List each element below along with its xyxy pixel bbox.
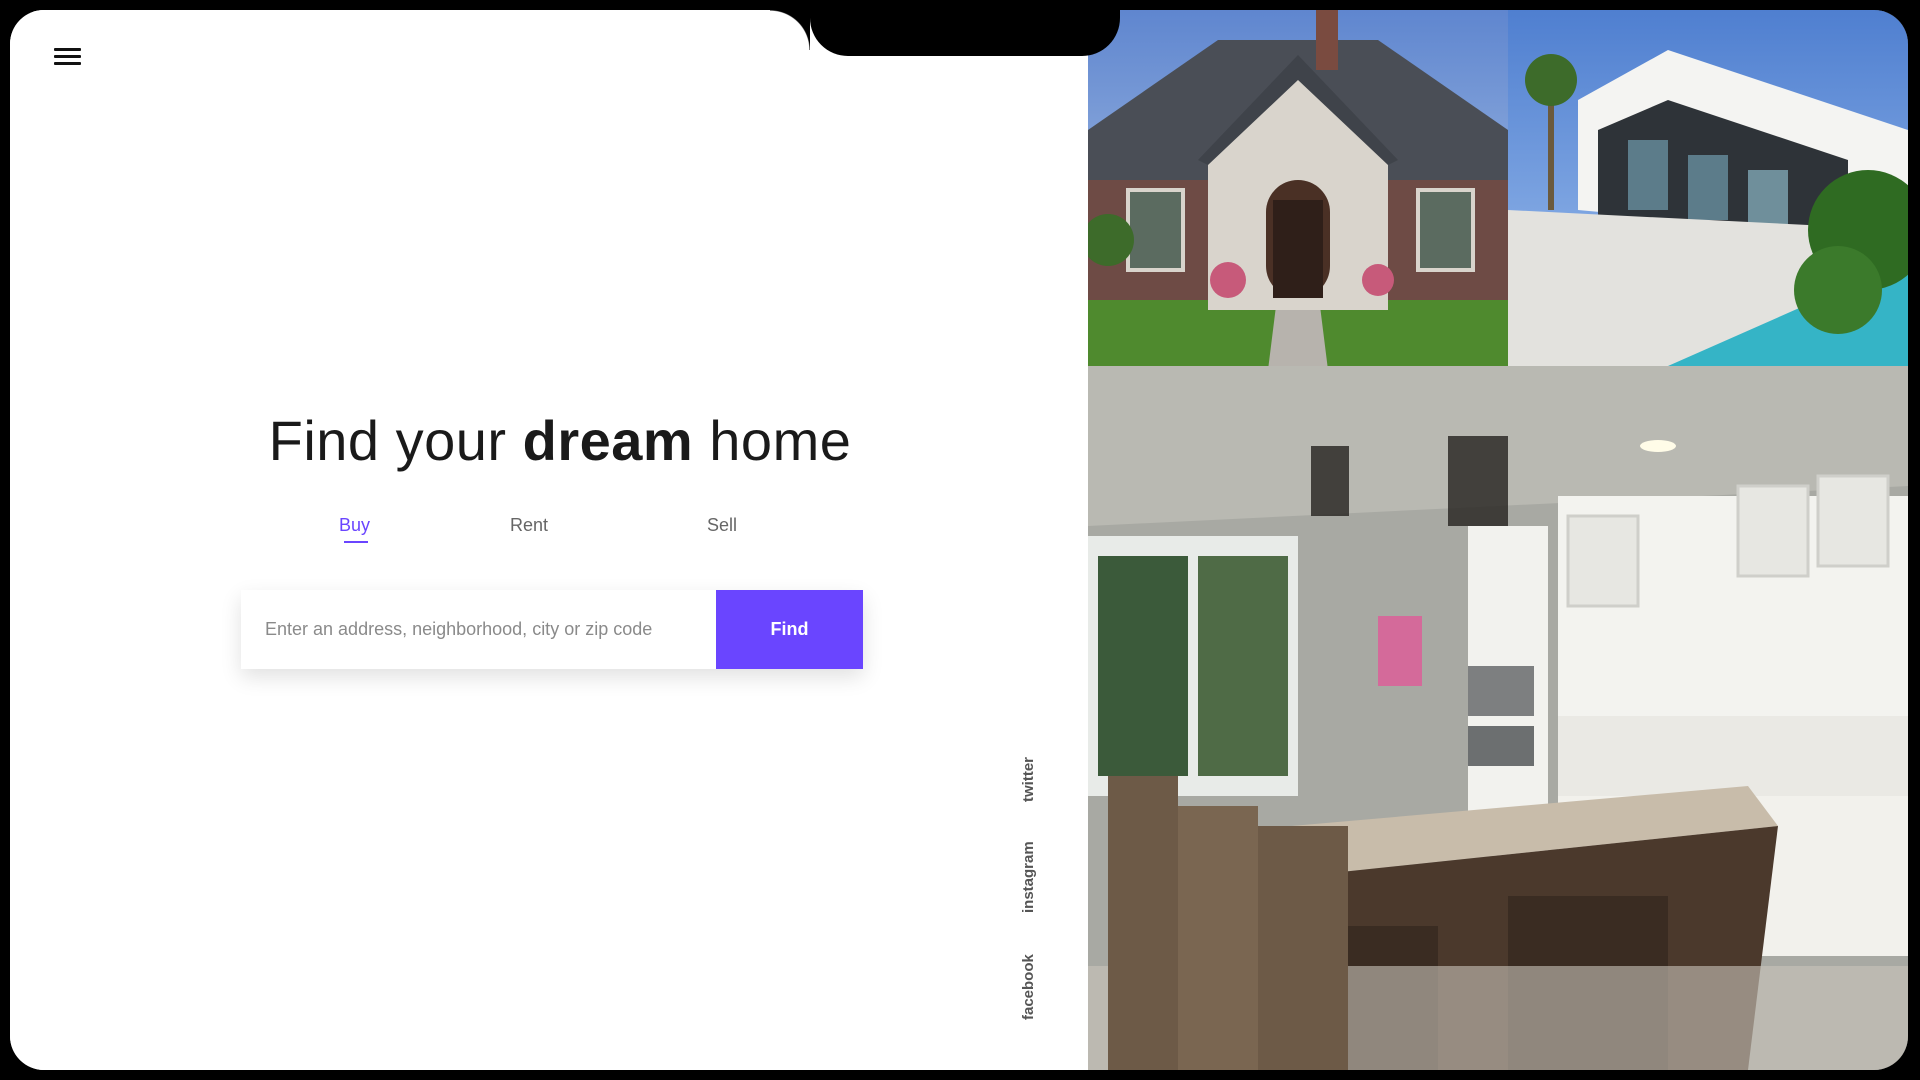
menu-line: [54, 62, 81, 65]
social-link-facebook[interactable]: facebook: [1020, 954, 1037, 1020]
brick-house-photo: [1088, 10, 1508, 366]
hamburger-menu-icon[interactable]: [54, 45, 82, 69]
tab-rent[interactable]: Rent: [510, 515, 548, 536]
photo-gallery: [1088, 10, 1908, 1070]
tab-buy[interactable]: Buy: [339, 515, 370, 536]
active-tab-underline: [344, 541, 368, 543]
hero-title-prefix: Find your: [268, 409, 507, 472]
find-button[interactable]: Find: [716, 590, 863, 669]
screen: Find your dream home Buy Rent Sell Find …: [10, 10, 1908, 1070]
tab-sell[interactable]: Sell: [707, 515, 737, 536]
hero-title-emphasis: dream: [522, 409, 694, 472]
device-frame: Find your dream home Buy Rent Sell Find …: [0, 0, 1920, 1080]
social-links: twitter instagram facebook: [1020, 10, 1060, 1070]
hero-title-suffix: home: [709, 409, 852, 472]
search-bar: Find: [241, 590, 863, 669]
listing-type-tabs: Buy Rent Sell: [10, 515, 1110, 555]
social-link-twitter[interactable]: twitter: [1020, 757, 1037, 802]
device-notch: [770, 10, 1120, 56]
menu-line: [54, 55, 81, 58]
kitchen-photo: [1088, 366, 1908, 1070]
left-panel: Find your dream home Buy Rent Sell Find …: [10, 10, 1088, 1070]
menu-line: [54, 48, 81, 51]
social-link-instagram[interactable]: instagram: [1020, 841, 1037, 913]
search-input[interactable]: [241, 590, 716, 669]
hero-title: Find your dream home: [10, 408, 1110, 473]
modern-house-photo: [1508, 10, 1908, 366]
